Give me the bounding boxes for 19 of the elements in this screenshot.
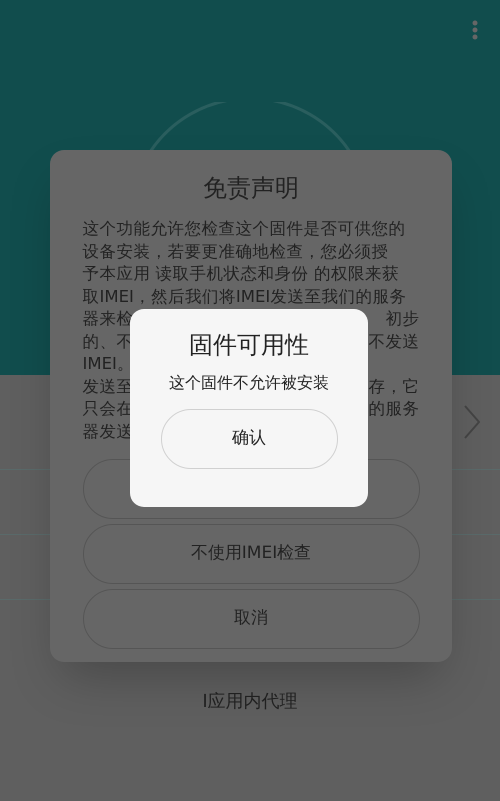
dialog-title: 固件可用性 xyxy=(189,330,309,361)
disclaimer-text: 予本应用 读取手机状态和身份 的权限来获 xyxy=(82,263,399,285)
disclaimer-text: 取IMEI，然后我们将IMEI发送至我们的服务 xyxy=(82,286,406,308)
chevron-right-icon[interactable] xyxy=(464,405,480,439)
disclaimer-text: 设备安装，若要更准确地检查，您必须授 xyxy=(82,240,388,262)
disclaimer-text: IMEI。 xyxy=(82,353,134,375)
outline-button[interactable]: 取消 xyxy=(82,589,420,649)
disclaimer-text: 器发送 xyxy=(82,420,134,442)
disclaimer-title: 免责声明 xyxy=(203,173,299,204)
disclaimer-text: 初步 xyxy=(386,308,420,330)
disclaimer-text: 存，它 xyxy=(368,376,420,398)
confirm-button[interactable]: 确认 xyxy=(160,409,338,469)
disclaimer-text: 这个功能允许您检查这个固件是否可供您的 xyxy=(82,218,406,240)
more-icon[interactable] xyxy=(471,20,479,40)
outline-button[interactable]: 不使用IMEI检查 xyxy=(82,524,420,584)
disclaimer-text: 不发送 xyxy=(368,330,420,352)
dialog-message: 这个固件不允许被安装 xyxy=(169,372,329,394)
proxy-label[interactable]: I应用内代理 xyxy=(202,688,298,715)
disclaimer-text: 的服务 xyxy=(368,398,420,420)
